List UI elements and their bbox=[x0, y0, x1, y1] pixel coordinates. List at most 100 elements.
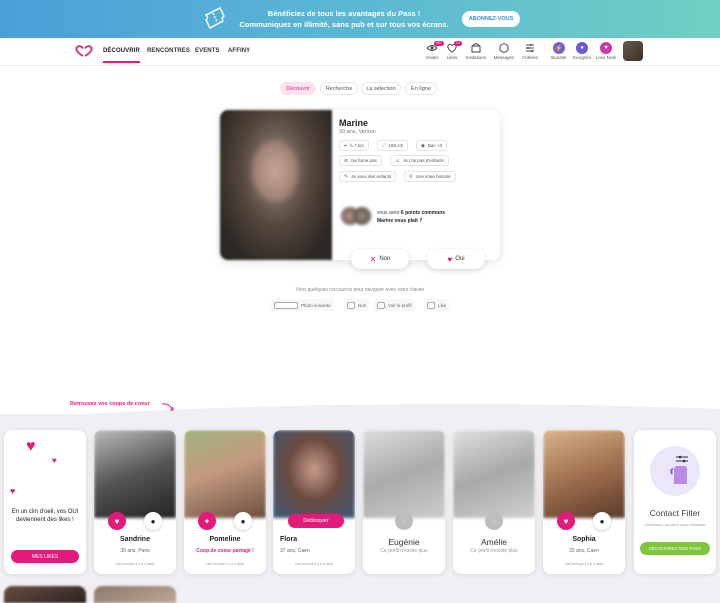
ruler-icon: ⟋ bbox=[382, 142, 386, 149]
nav-affiny[interactable]: AFFINY bbox=[228, 48, 250, 54]
heart-icon[interactable]: ♥ bbox=[108, 512, 126, 530]
crush-info: Coup de coeur partagé ! bbox=[196, 548, 254, 554]
heart-icon: ♥ bbox=[10, 486, 16, 496]
likes-promo-card: ♥ ♥ ♥ En un clin d'oeil, vos OUI devienn… bbox=[4, 430, 86, 574]
no-smoking-icon: ⊘ bbox=[344, 157, 349, 164]
likes-promo-text: En un clin d'oeil, vos OUI deviennent de… bbox=[11, 509, 79, 523]
nav-decouvrir[interactable]: DÉCOUVRIR bbox=[103, 48, 140, 63]
nav-rencontres[interactable]: RENCONTRES bbox=[147, 48, 190, 54]
profile-photo[interactable] bbox=[220, 110, 332, 260]
ticket-icon bbox=[204, 7, 225, 29]
crush-name: Sandrine bbox=[120, 536, 150, 543]
profile-name: Marine bbox=[339, 118, 369, 128]
crush-name: Flora bbox=[280, 536, 298, 543]
promo-banner: Bénéficiez de tous les avantages du Pass… bbox=[0, 0, 720, 38]
chip-smoking: ⊘ Ne fume pas bbox=[339, 155, 382, 166]
crush-name: Pomeline bbox=[209, 536, 241, 543]
hand-filter-icon bbox=[670, 455, 688, 484]
tab-decouvrir[interactable]: Découvrir bbox=[280, 82, 316, 95]
crush-last-sent: Lien envoyé il y a 4 mois bbox=[205, 562, 245, 566]
banner-text: Bénéficiez de tous les avantages du Pass… bbox=[239, 9, 449, 29]
filters-icon bbox=[526, 44, 534, 52]
chip-want-kids: ✎ Je veux des enfants bbox=[339, 171, 397, 182]
search-icon: ⚲ bbox=[409, 173, 413, 180]
graduation-icon: ◆ bbox=[421, 142, 425, 149]
crush-last-sent: Lien envoyé il y a 4 mois bbox=[115, 562, 155, 566]
shortcut-no: Non bbox=[344, 299, 370, 311]
crush-thumb-partial[interactable] bbox=[94, 586, 176, 603]
crush-last-sent: Lien envoyé il y a 4 mois bbox=[294, 562, 334, 566]
tab-selection[interactable]: La sélection bbox=[361, 82, 401, 95]
crush-card-eugenie[interactable]: ◌ Eugénie Ce profil n'existe plus bbox=[363, 430, 445, 574]
message-icon bbox=[499, 43, 509, 53]
deleted-icon: ◌ bbox=[485, 512, 503, 530]
shortcut-view-profile: Voir le profil bbox=[374, 299, 415, 311]
shortcut-like: Like bbox=[424, 299, 450, 311]
crush-info: Ce profil n'existe plus bbox=[470, 548, 518, 554]
crush-name: Amélie bbox=[481, 537, 507, 547]
profile-age-city: 20 ans, Verson bbox=[339, 129, 376, 135]
common-avatars bbox=[341, 207, 377, 225]
crush-name: Sophia bbox=[572, 536, 596, 543]
crush-info: 37 ans, Caen bbox=[280, 548, 310, 554]
unlock-button[interactable]: Débloquer bbox=[288, 514, 344, 528]
crush-card-sophia[interactable]: ♥ ● Sophia 33 ans, Caen Lien envoyé il y… bbox=[543, 430, 625, 574]
user-avatar[interactable] bbox=[623, 41, 643, 61]
crush-card-flora[interactable]: Débloquer Flora 37 ans, Caen Lien envoyé… bbox=[273, 430, 355, 574]
message-icon[interactable]: ● bbox=[234, 512, 252, 530]
logo-icon[interactable] bbox=[74, 44, 94, 58]
deleted-icon: ◌ bbox=[395, 512, 413, 530]
heart-icon: ♥ bbox=[447, 254, 453, 264]
nav-events[interactable]: EVENTS bbox=[195, 48, 220, 54]
common-points: vous avez 6 points communs Marine vous p… bbox=[377, 210, 446, 224]
keyboard-hint: Voici quelques raccourcis pour naviguer … bbox=[295, 287, 425, 293]
chip-relationship: ⚲ Une vraie histoire bbox=[404, 171, 456, 182]
chip-distance: ⌖ À 7 km bbox=[339, 140, 369, 151]
tab-recherche[interactable]: Recherche bbox=[320, 82, 358, 95]
crushes-title: Retrouvez vos coups de coeur bbox=[70, 401, 150, 407]
crush-info: 30 ans, Paris bbox=[120, 548, 150, 554]
subscribe-button[interactable]: ABONNEZ-VOUS bbox=[462, 11, 520, 27]
crush-last-sent: Lien envoyé il y a 4 mois bbox=[564, 562, 604, 566]
discover-tabs: Découvrir Recherche La sélection En lign… bbox=[0, 82, 720, 96]
invitation-icon bbox=[471, 42, 481, 53]
crush-thumb-partial[interactable] bbox=[4, 586, 86, 603]
contact-filter-sub: Choisissez qui peut vous contacter bbox=[644, 522, 706, 527]
heart-icon: ♥ bbox=[52, 456, 57, 465]
kids-icon: ☺ bbox=[395, 157, 401, 164]
crush-info: 33 ans, Caen bbox=[569, 548, 599, 554]
chip-kids: ☺ Je n'ai pas d'enfants bbox=[390, 155, 449, 166]
nav-love-note[interactable]: ♥ Love Note bbox=[591, 42, 621, 60]
close-icon: ✕ bbox=[369, 254, 377, 264]
crush-card-pomeline[interactable]: ✦ ● Pomeline Coup de coeur partagé ! Lie… bbox=[184, 430, 266, 574]
heart-icon[interactable]: ♥ bbox=[557, 512, 575, 530]
message-icon[interactable]: ● bbox=[144, 512, 162, 530]
discover-pass-button[interactable]: DÉCOUVREZ NOS PASS bbox=[640, 542, 710, 555]
love-note-icon: ♥ bbox=[600, 42, 612, 54]
tab-en-ligne[interactable]: En ligne bbox=[405, 82, 437, 95]
crush-card-amelie[interactable]: ◌ Amélie Ce profil n'existe plus bbox=[453, 430, 535, 574]
heart-icon: ♥ bbox=[26, 438, 36, 455]
main-nav: DÉCOUVRIR RENCONTRES EVENTS AFFINY 99+ V… bbox=[0, 38, 720, 66]
nav-criteres[interactable]: Critères bbox=[515, 42, 545, 60]
chip-education: ◆ Bac +3 bbox=[416, 140, 447, 151]
match-icon[interactable]: ✦ bbox=[198, 512, 216, 530]
nav-invitations[interactable]: Invitations bbox=[461, 42, 491, 60]
message-icon[interactable]: ● bbox=[593, 512, 611, 530]
no-button[interactable]: ✕ Non bbox=[351, 249, 409, 269]
contact-filter-card: Contact Filter Choisissez qui peut vous … bbox=[634, 430, 716, 574]
incognito-icon: ● bbox=[576, 42, 588, 54]
booster-icon: ⚡ bbox=[553, 42, 565, 54]
crush-name: Eugénie bbox=[388, 537, 420, 547]
profile-card: Marine 20 ans, Verson ⌖ À 7 km ⟋ 169 cm ◆ B… bbox=[220, 110, 500, 269]
arrow-icon bbox=[161, 403, 174, 411]
crush-info: Ce profil n'existe plus bbox=[380, 548, 428, 554]
contact-filter-title: Contact Filter bbox=[649, 508, 701, 518]
location-icon: ⌖ bbox=[344, 142, 347, 149]
shortcut-next-photo: Photo suivante bbox=[271, 299, 334, 311]
my-likes-button[interactable]: MES LIKES bbox=[11, 550, 79, 563]
family-icon: ✎ bbox=[344, 173, 349, 180]
yes-button[interactable]: ♥ Oui bbox=[427, 249, 485, 269]
chip-height: ⟋ 169 cm bbox=[377, 140, 409, 151]
crush-card-sandrine[interactable]: ♥ ● Sandrine 30 ans, Paris Lien envoyé i… bbox=[94, 430, 176, 574]
